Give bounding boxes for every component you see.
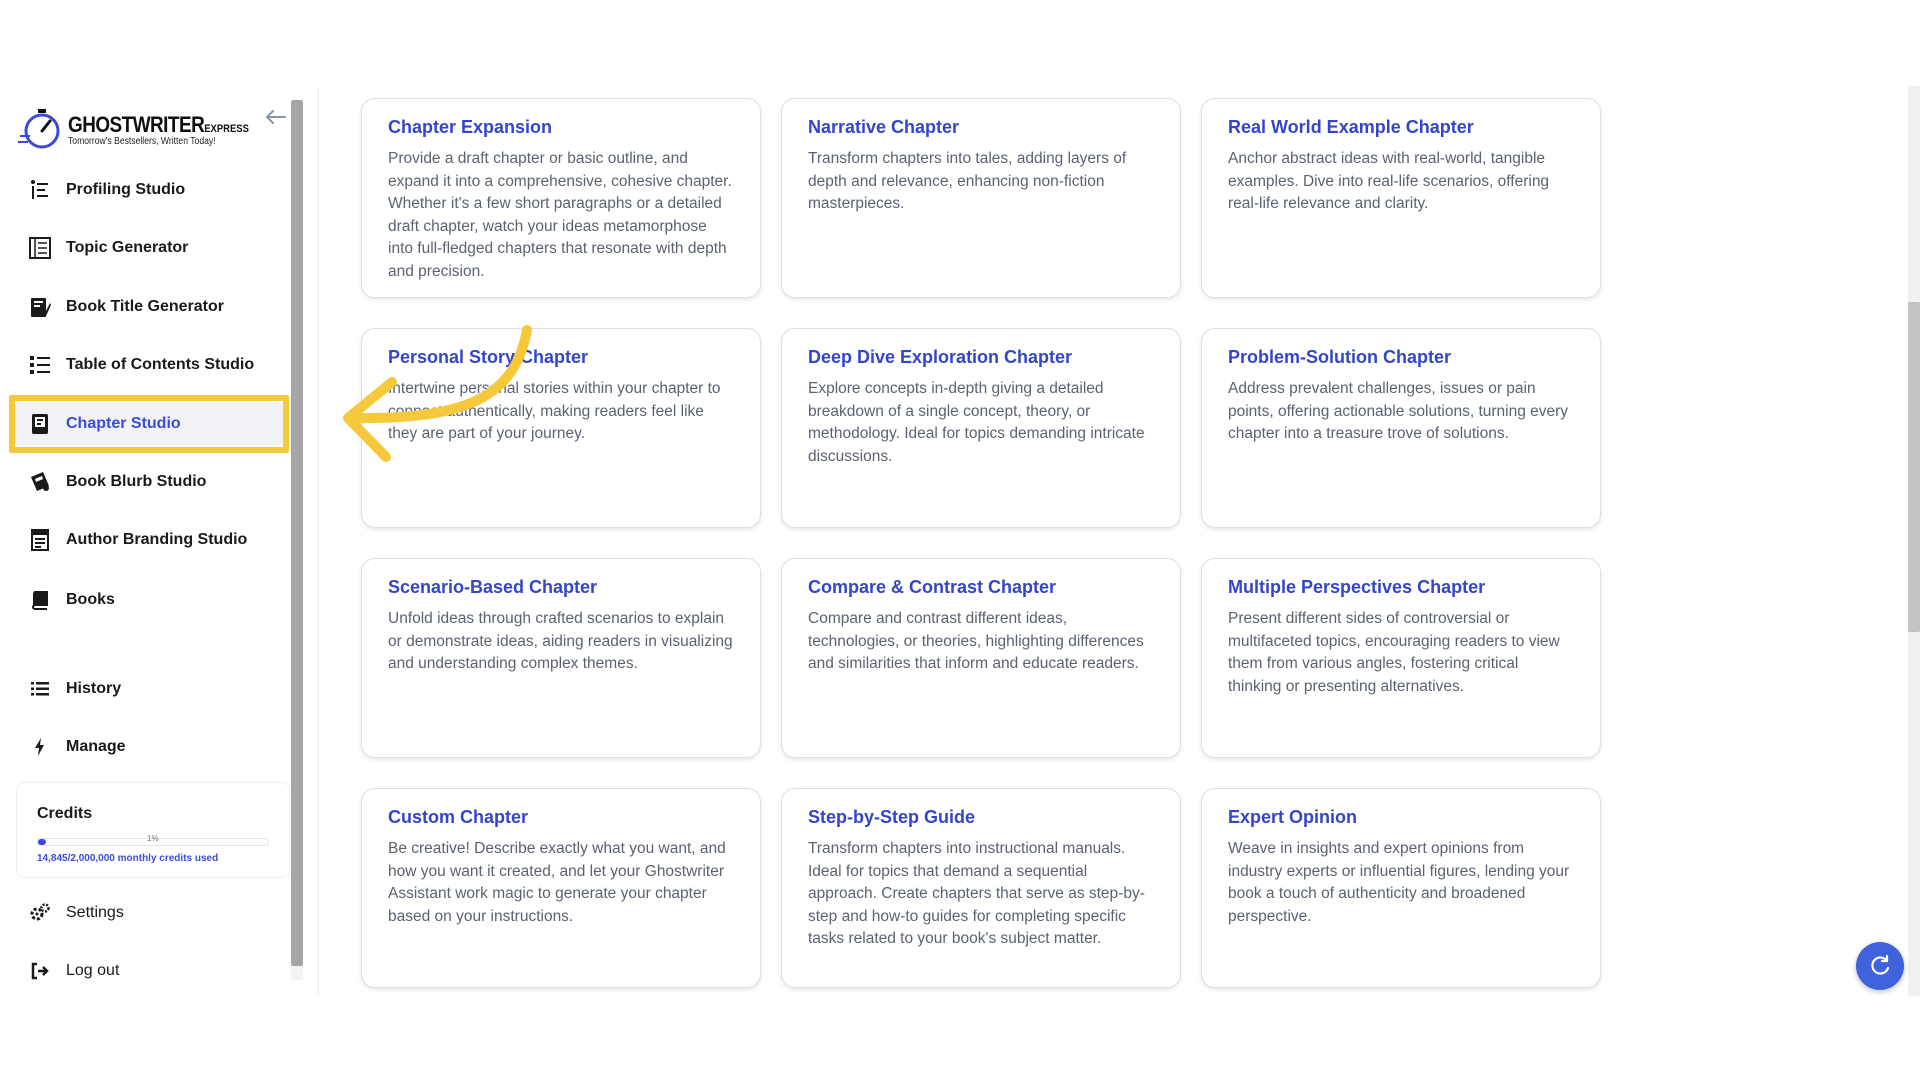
card-personal-story-chapter[interactable]: Personal Story Chapter Intertwine person…	[361, 328, 761, 528]
card-title: Narrative Chapter	[808, 117, 960, 137]
assistant-chat-button[interactable]	[1856, 942, 1904, 990]
card-description: Explore concepts in-depth giving a detai…	[808, 380, 1145, 465]
card-narrative-chapter[interactable]: Narrative Chapter Transform chapters int…	[781, 98, 1181, 298]
card-title: Deep Dive Exploration Chapter	[808, 347, 1073, 367]
card-step-by-step-guide[interactable]: Step-by-Step Guide Transform chapters in…	[781, 788, 1181, 988]
card-scenario-based-chapter[interactable]: Scenario-Based Chapter Unfold ideas thro…	[361, 558, 761, 758]
card-multiple-perspectives-chapter[interactable]: Multiple Perspectives Chapter Present di…	[1201, 558, 1601, 758]
credits-label: Credits	[37, 805, 93, 822]
sidebar-item-profiling-studio[interactable]: Profiling Studio	[28, 170, 185, 210]
sidebar-item-label: Settings	[66, 904, 124, 921]
card-title: Custom Chapter	[388, 807, 529, 827]
credits-progress-fill	[38, 839, 47, 845]
card-title: Compare & Contrast Chapter	[808, 577, 1057, 597]
card-description: Weave in insights and expert opinions fr…	[1228, 840, 1570, 925]
sidebar-item-label: Author Branding Studio	[66, 531, 248, 548]
sidebar-item-label: Profiling Studio	[66, 181, 186, 198]
chapter-icon	[28, 412, 52, 436]
sidebar-divider	[318, 86, 319, 996]
sidebar-item-label: History	[66, 680, 122, 697]
book-title-icon	[28, 295, 52, 319]
app-window: GHOSTWRITEREXPRESS Tomorrow's Bestseller…	[0, 0, 1920, 1080]
sidebar-item-author-branding-studio[interactable]: Author Branding Studio	[28, 520, 247, 560]
toc-icon	[28, 353, 52, 377]
card-description: Present different sides of controversial…	[1228, 610, 1560, 695]
history-icon	[28, 677, 52, 701]
card-title: Expert Opinion	[1228, 807, 1358, 827]
card-description: Be creative! Describe exactly what you w…	[388, 840, 726, 925]
page-scrollbar-thumb[interactable]	[1908, 302, 1920, 632]
arrow-left-icon	[266, 110, 286, 124]
logo[interactable]: GHOSTWRITEREXPRESS Tomorrow's Bestseller…	[18, 104, 249, 152]
sidebar-item-label: Manage	[66, 738, 126, 755]
card-description: Transform chapters into tales, adding la…	[808, 150, 1127, 212]
card-title: Step-by-Step Guide	[808, 807, 976, 827]
sidebar-item-settings[interactable]: Settings	[28, 893, 124, 933]
bolt-icon	[28, 735, 52, 759]
sidebar-item-label: Books	[66, 591, 115, 608]
card-title: Multiple Perspectives Chapter	[1228, 577, 1486, 597]
sidebar-item-books[interactable]: Books	[28, 580, 115, 620]
logo-title: GHOSTWRITEREXPRESS	[68, 112, 249, 137]
card-problem-solution-chapter[interactable]: Problem-Solution Chapter Address prevale…	[1201, 328, 1601, 528]
card-real-world-example-chapter[interactable]: Real World Example Chapter Anchor abstra…	[1201, 98, 1601, 298]
stopwatch-logo-icon	[18, 109, 60, 149]
sidebar-item-label: Log out	[66, 962, 120, 979]
credits-used-text: 14,845/2,000,000 monthly credits used	[37, 853, 219, 864]
blurb-icon	[28, 470, 52, 494]
card-compare-contrast-chapter[interactable]: Compare & Contrast Chapter Compare and c…	[781, 558, 1181, 758]
chat-refresh-icon	[1871, 954, 1890, 975]
credits-panel: Credits 1% 14,845/2,000,000 monthly cred…	[16, 782, 290, 878]
card-deep-dive-exploration-chapter[interactable]: Deep Dive Exploration Chapter Explore co…	[781, 328, 1181, 528]
branding-icon	[28, 528, 52, 552]
card-description: Compare and contrast different ideas, te…	[808, 610, 1144, 672]
card-title: Scenario-Based Chapter	[388, 577, 598, 597]
sidebar-item-history[interactable]: History	[28, 669, 121, 709]
card-description: Provide a draft chapter or basic outline…	[388, 150, 732, 280]
logo-tagline: Tomorrow's Bestsellers, Written Today!	[68, 136, 216, 147]
sidebar-scrollbar-thumb[interactable]	[291, 100, 303, 966]
collapse-sidebar-button[interactable]	[262, 104, 288, 130]
card-title: Real World Example Chapter	[1228, 117, 1474, 137]
sidebar-item-label: Book Blurb Studio	[66, 473, 207, 490]
card-title: Problem-Solution Chapter	[1228, 347, 1452, 367]
sidebar-item-label: Table of Contents Studio	[66, 356, 255, 373]
logout-icon	[28, 959, 52, 983]
credits-percent: 1%	[147, 834, 159, 843]
card-description: Address prevalent challenges, issues or …	[1228, 380, 1569, 442]
card-custom-chapter[interactable]: Custom Chapter Be creative! Describe exa…	[361, 788, 761, 988]
card-chapter-expansion[interactable]: Chapter Expansion Provide a draft chapte…	[361, 98, 761, 298]
sidebar-item-label: Topic Generator	[66, 239, 189, 256]
sidebar-item-topic-generator[interactable]: Topic Generator	[28, 228, 188, 268]
sidebar-item-book-title-generator[interactable]: Book Title Generator	[28, 287, 224, 327]
card-description: Intertwine personal stories within your …	[388, 380, 721, 442]
topic-list-icon	[28, 236, 52, 260]
sidebar-item-book-blurb-studio[interactable]: Book Blurb Studio	[28, 462, 206, 502]
sidebar-item-manage[interactable]: Manage	[28, 727, 126, 767]
card-title: Chapter Expansion	[388, 117, 553, 137]
sidebar-item-label: Book Title Generator	[66, 298, 224, 315]
book-icon	[28, 588, 52, 612]
card-description: Unfold ideas through crafted scenarios t…	[388, 610, 733, 672]
sidebar-item-chapter-studio[interactable]: Chapter Studio	[28, 404, 181, 444]
sidebar-item-log-out[interactable]: Log out	[28, 951, 119, 991]
gears-icon	[28, 901, 52, 925]
card-title: Personal Story Chapter	[388, 347, 589, 367]
card-description: Transform chapters into instructional ma…	[808, 840, 1145, 947]
profiling-icon	[28, 178, 52, 202]
card-description: Anchor abstract ideas with real-world, t…	[1228, 150, 1550, 212]
sidebar-item-table-of-contents-studio[interactable]: Table of Contents Studio	[28, 345, 254, 385]
card-expert-opinion[interactable]: Expert Opinion Weave in insights and exp…	[1201, 788, 1601, 988]
sidebar-item-label: Chapter Studio	[66, 415, 181, 432]
